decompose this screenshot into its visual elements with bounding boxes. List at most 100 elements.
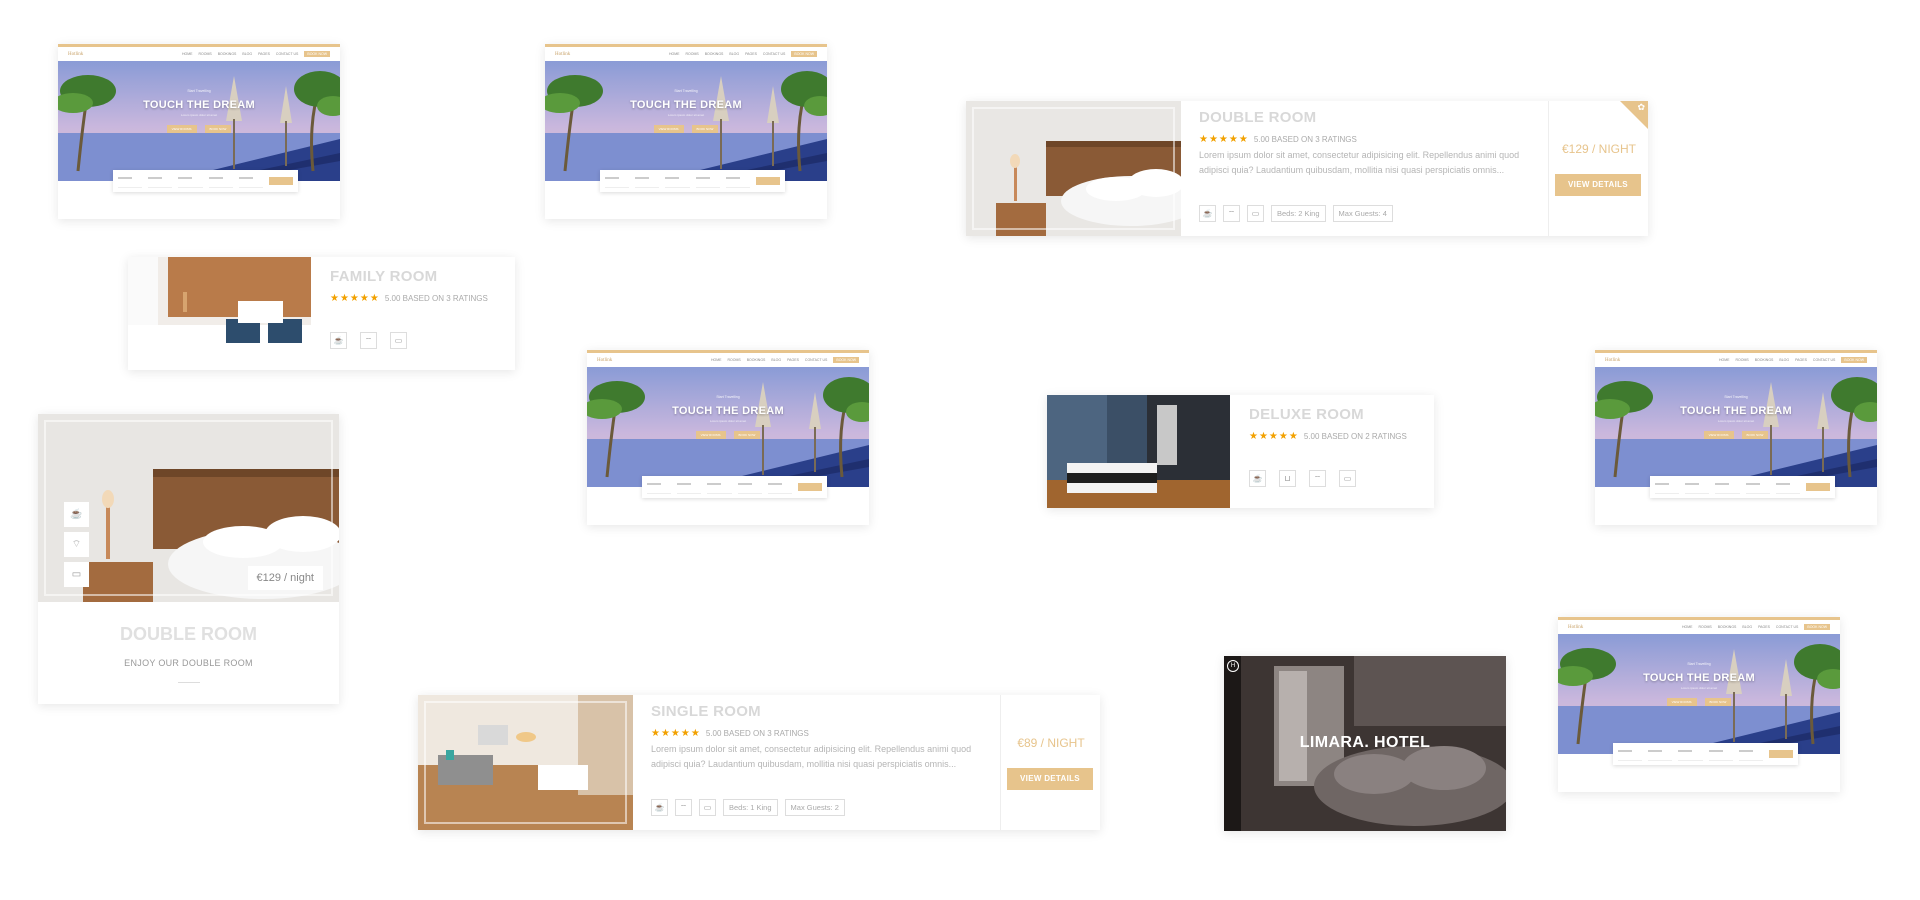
thumb-menu-item: BLOG <box>242 52 253 56</box>
thumb-booking-field <box>647 481 672 494</box>
hotel-logo-icon: H <box>1227 660 1239 672</box>
thumb-menu: HOME ROOMS BOOKINGS BLOG PAGES CONTACT U… <box>669 51 817 57</box>
room-description: Lorem ipsum dolor sit amet, consectetur … <box>1199 150 1520 175</box>
thumb-booking-field <box>1685 481 1710 494</box>
thumb-hero: Start Travelling TOUCH THE DREAM Lorem i… <box>1558 634 1840 754</box>
thumb-menu-item: CONTACT US <box>275 52 299 56</box>
wifi-icon: ⌔ <box>64 532 89 557</box>
thumb-hero-title: TOUCH THE DREAM <box>1643 672 1755 684</box>
double-room-grid-card[interactable]: ☕ ⌔ ▭ €129 / night DOUBLE ROOM ENJOY OUR… <box>38 414 339 704</box>
view-details-button[interactable]: VIEW DETAILS <box>1555 174 1641 196</box>
thumb-booking-field <box>238 175 264 188</box>
thumb-booking-field <box>1738 748 1764 761</box>
site-thumbnail-3[interactable]: Hotlink HOME ROOMS BOOKINGS BLOG PAGES C… <box>587 350 869 525</box>
thumb-hero-button: BOOK NOW <box>691 125 719 133</box>
thumb-hero-buttons: VIEW ROOMS BOOK NOW <box>1595 431 1877 439</box>
thumb-hero-sub: Lorem ipsum dolor sit amet <box>1717 419 1755 423</box>
hotel-promo-card[interactable]: H LIMARA. HOTEL <box>1224 656 1506 831</box>
thumb-booking-field <box>737 481 762 494</box>
thumb-hero-small: Start Travelling <box>716 395 740 399</box>
thumb-hero-button: BOOK NOW <box>1741 431 1769 439</box>
thumb-booking-field <box>1618 748 1643 761</box>
thumb-hero-small: Start Travelling <box>1724 395 1748 399</box>
thumb-menu-item: ROOMS <box>1698 625 1712 629</box>
thumb-booking-field <box>695 175 720 188</box>
room-title: DOUBLE ROOM <box>1199 109 1317 126</box>
tv-icon: ▭ <box>390 332 407 349</box>
thumb-hero: Start Travelling TOUCH THE DREAM Lorem i… <box>545 61 827 181</box>
single-room-list-card[interactable]: SINGLE ROOM ★★★★★ 5.00 BASED ON 3 RATING… <box>418 695 1100 830</box>
rating-text: 5.00 BASED ON 3 RATINGS <box>1253 135 1357 144</box>
thumb-hero-button: VIEW ROOMS <box>695 431 726 439</box>
thumb-hero-small: Start Travelling <box>187 89 211 93</box>
thumb-hero-button: VIEW ROOMS <box>1666 698 1697 706</box>
family-room-card[interactable]: FAMILY ROOM ★★★★★ 5.00 BASED ON 3 RATING… <box>128 257 515 370</box>
thumb-hero-title: TOUCH THE DREAM <box>143 99 255 111</box>
room-price: €89 / NIGHT <box>1017 736 1085 750</box>
room-rating: ★★★★★ 5.00 BASED ON 2 RATINGS <box>1249 431 1407 442</box>
thumb-booking-button <box>756 177 781 185</box>
thumb-hero-button: VIEW ROOMS <box>653 125 684 133</box>
room-image <box>966 101 1181 236</box>
room-title: DOUBLE ROOM <box>120 624 257 644</box>
thumb-hero-button: BOOK NOW <box>204 125 232 133</box>
site-thumbnail-1[interactable]: Hotlink HOME ROOMS BOOKINGS BLOG PAGES C… <box>58 44 340 219</box>
thumb-booking-field <box>725 175 751 188</box>
thumb-nav: Hotlink HOME ROOMS BOOKINGS BLOG PAGES C… <box>1558 620 1840 634</box>
thumb-booking-bar <box>113 170 298 192</box>
thumb-menu-item: ROOMS <box>1735 358 1749 362</box>
thumb-menu-item: BOOKINGS <box>746 358 766 362</box>
thumb-menu-item: CONTACT US <box>1812 358 1836 362</box>
thumb-menu-item: PAGES <box>745 52 757 56</box>
thumb-menu-item: PAGES <box>1758 625 1770 629</box>
thumb-booking-field <box>1745 481 1770 494</box>
thumb-booking-field <box>208 175 233 188</box>
thumb-logo: Hotlink <box>1568 624 1584 630</box>
thumb-hero-sub: Lorem ipsum dolor sit amet <box>667 113 705 117</box>
deluxe-room-card[interactable]: DELUXE ROOM ★★★★★ 5.00 BASED ON 2 RATING… <box>1047 395 1434 508</box>
site-thumbnail-4[interactable]: Hotlink HOME ROOMS BOOKINGS BLOG PAGES C… <box>1595 350 1877 525</box>
amenities: ☕ ⌔ ▭ <box>330 332 407 349</box>
room-subtitle: ENJOY OUR DOUBLE ROOM <box>124 658 253 668</box>
thumb-hero-buttons: VIEW ROOMS BOOK NOW <box>545 125 827 133</box>
thumb-hero-button: BOOK NOW <box>1704 698 1732 706</box>
thumb-nav: Hotlink HOME ROOMS BOOKINGS BLOG PAGES C… <box>587 353 869 367</box>
thumb-hero-buttons: VIEW ROOMS BOOK NOW <box>58 125 340 133</box>
tv-icon: ▭ <box>64 562 89 587</box>
site-thumbnail-5[interactable]: Hotlink HOME ROOMS BOOKINGS BLOG PAGES C… <box>1558 617 1840 792</box>
tv-icon: ▭ <box>1247 205 1264 222</box>
room-title: FAMILY ROOM <box>330 268 438 285</box>
thumb-menu-item: HOME <box>1718 358 1730 362</box>
thumb-booking-field <box>677 481 702 494</box>
thumb-menu-item: HOME <box>668 52 680 56</box>
star-icons: ★★★★★ <box>1249 431 1299 442</box>
thumb-menu-item: CONTACT US <box>1775 625 1799 629</box>
room-rating: ★★★★★ 5.00 BASED ON 3 RATINGS <box>651 728 809 739</box>
thumb-hero-sub: Lorem ipsum dolor sit amet <box>1680 686 1718 690</box>
room-rating: ★★★★★ 5.00 BASED ON 3 RATINGS <box>1199 134 1357 145</box>
thumb-menu-item: BLOG <box>729 52 740 56</box>
thumb-hero: Start Travelling TOUCH THE DREAM Lorem i… <box>1595 367 1877 487</box>
site-thumbnail-2[interactable]: Hotlink HOME ROOMS BOOKINGS BLOG PAGES C… <box>545 44 827 219</box>
thumb-menu-item: HOME <box>1681 625 1693 629</box>
divider <box>178 682 200 683</box>
rating-text: 5.00 BASED ON 3 RATINGS <box>705 729 809 738</box>
thumb-booking-button <box>1806 483 1831 491</box>
thumb-booking-bar <box>1613 743 1798 765</box>
wifi-icon: ⌔ <box>675 799 692 816</box>
room-rating: ★★★★★ 5.00 BASED ON 3 RATINGS <box>330 293 488 304</box>
thumb-booking-field <box>1648 748 1673 761</box>
hotel-name: LIMARA. HOTEL <box>1299 734 1431 751</box>
rating-text: 5.00 BASED ON 3 RATINGS <box>384 294 488 303</box>
view-details-button[interactable]: VIEW DETAILS <box>1007 768 1093 790</box>
coffee-icon: ☕ <box>64 502 89 527</box>
double-room-list-card[interactable]: DOUBLE ROOM ★★★★★ 5.00 BASED ON 3 RATING… <box>966 101 1648 236</box>
thumb-menu-item: PAGES <box>258 52 270 56</box>
thumb-nav: Hotlink HOME ROOMS BOOKINGS BLOG PAGES C… <box>58 47 340 61</box>
thumb-menu-item: BLOG <box>1779 358 1790 362</box>
thumb-menu-item: PAGES <box>1795 358 1807 362</box>
thumb-booking-field <box>148 175 173 188</box>
thumb-menu-item: BOOKINGS <box>1717 625 1737 629</box>
amenities: ☕ ⌔ ▭ Beds: 2 King Max Guests: 4 <box>1199 205 1393 222</box>
thumb-hero-small: Start Travelling <box>1687 662 1711 666</box>
